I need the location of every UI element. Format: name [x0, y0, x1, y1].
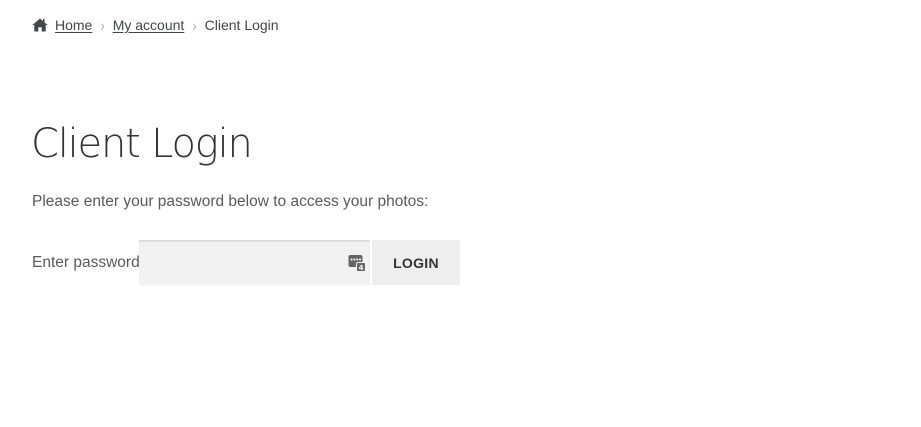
breadcrumb: Home › My account › Client Login [32, 16, 279, 34]
home-icon[interactable] [32, 18, 48, 32]
chevron-right-icon: › [192, 16, 197, 34]
password-manager-icon[interactable]: 4 [348, 254, 366, 272]
login-form: Enter password 4 LOGIN [32, 240, 460, 285]
login-button[interactable]: LOGIN [372, 240, 460, 285]
chevron-right-icon: › [100, 16, 105, 34]
intro-text: Please enter your password below to acce… [32, 193, 429, 210]
breadcrumb-current: Client Login [204, 17, 279, 33]
svg-text:4: 4 [359, 264, 364, 272]
password-label: Enter password [32, 253, 140, 271]
password-field-wrap: 4 [139, 240, 370, 285]
password-input[interactable] [139, 240, 370, 285]
page: Home › My account › Client Login Client … [0, 0, 921, 427]
breadcrumb-my-account-link[interactable]: My account [113, 17, 185, 33]
breadcrumb-home-link[interactable]: Home [55, 17, 92, 33]
page-title: Client Login [31, 121, 253, 167]
